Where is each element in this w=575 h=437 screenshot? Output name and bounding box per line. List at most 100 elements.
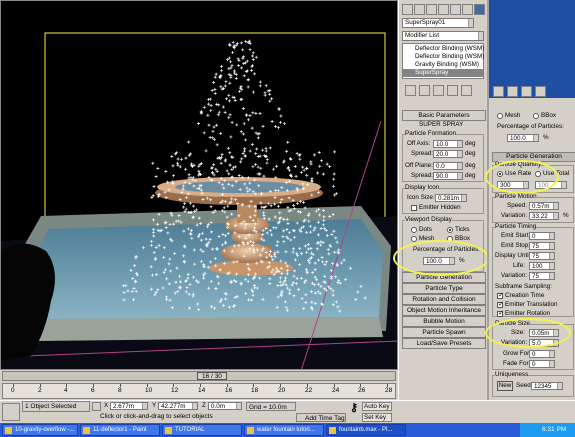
field-label: Percentage of Particles: (497, 123, 564, 130)
taskbar-item[interactable]: TUTORIAL (162, 424, 242, 436)
emitter-translation-checkbox[interactable] (497, 300, 504, 308)
particle (210, 88, 214, 92)
bbox-radio[interactable] (533, 113, 539, 119)
speed-spinner[interactable]: 0.57m (529, 202, 559, 210)
field-label: Display Until: (495, 252, 532, 259)
show-end-result-icon[interactable] (507, 86, 518, 97)
particle (299, 170, 303, 174)
grow-for-spinner[interactable]: 0 (529, 350, 555, 358)
spread-spinner[interactable]: 20.0 (433, 150, 463, 158)
object-name-field[interactable]: SuperSpray01 (402, 18, 474, 28)
particle (251, 58, 255, 62)
timeline[interactable]: 16 / 30 0 2 4 6 8 10 12 14 16 18 20 22 24 26 28 (0, 370, 398, 400)
percentage-spinner[interactable]: 100.0 (507, 134, 539, 142)
time-slider-knob[interactable]: 16 / 30 (197, 372, 227, 380)
make-unique-icon[interactable] (433, 85, 444, 96)
rollout-particle-spawn[interactable]: Particle Spawn (402, 327, 486, 338)
particle (312, 153, 316, 157)
stack-item[interactable]: Deflector Binding (WSM) (415, 45, 484, 53)
perspective-viewport[interactable] (0, 0, 398, 370)
particle (183, 202, 187, 206)
particle (301, 165, 305, 169)
variation-spinner[interactable]: 33.22 (529, 212, 559, 220)
rollout-bubble-motion[interactable]: Bubble Motion (402, 316, 486, 327)
spread-spinner[interactable]: 90.0 (433, 172, 463, 180)
pin-stack-icon[interactable] (493, 86, 504, 97)
particle (250, 126, 254, 130)
modify-tab-icon[interactable] (414, 4, 425, 15)
display-tab-icon[interactable] (450, 4, 461, 15)
emitter-rotation-checkbox[interactable] (497, 309, 504, 317)
creation-time-checkbox[interactable] (497, 291, 504, 299)
rollout-load-save-presets[interactable]: Load/Save Presets (402, 338, 486, 349)
rollout-rotation-collision[interactable]: Rotation and Collision (402, 294, 486, 305)
remove-modifier-icon[interactable] (535, 86, 546, 97)
auto-key-button[interactable]: Auto Key (362, 402, 392, 411)
particle (232, 69, 236, 73)
emit-stop-spinner[interactable]: 75 (529, 242, 555, 250)
lock-selection-icon[interactable] (92, 402, 101, 411)
unit-label: deg (465, 150, 476, 157)
add-time-tag-button[interactable]: Add Time Tag (296, 413, 346, 422)
pin-stack-icon[interactable] (405, 85, 416, 96)
timeline-tick-label: 22 (305, 387, 313, 394)
particle (228, 81, 232, 85)
emitter-hidden-checkbox[interactable] (411, 205, 417, 211)
taskbar-item[interactable]: 11-deflector1 - Paint (80, 424, 160, 436)
mesh-radio[interactable] (411, 236, 417, 242)
particle (248, 48, 252, 52)
modifier-list-dropdown[interactable]: Modifier List (402, 31, 484, 41)
hierarchy-tab-icon[interactable] (426, 4, 437, 15)
taskbar-item[interactable]: water fountain tutori... (244, 424, 324, 436)
life-spinner[interactable]: 100 (529, 262, 555, 270)
modifier-stack[interactable]: Deflector Binding (WSM) Deflector Bindin… (402, 43, 484, 79)
z-coordinate-field[interactable]: 0.0m (208, 402, 242, 410)
make-unique-icon[interactable] (521, 86, 532, 97)
stack-item[interactable]: Deflector Binding (WSM) (415, 53, 484, 61)
particle (206, 113, 210, 117)
x-coordinate-field[interactable]: 2.677m (110, 402, 148, 410)
swatch-icon[interactable] (474, 4, 485, 15)
particle (320, 159, 324, 163)
maxscript-listener-icon[interactable] (2, 403, 20, 421)
rollout-object-motion[interactable]: Object Motion Inheritance (402, 305, 486, 316)
taskbar-item-active[interactable]: fountainb.max - Pl... (326, 424, 406, 436)
particle (251, 165, 255, 169)
particle (256, 136, 260, 140)
seed-spinner[interactable]: 12345 (531, 382, 563, 390)
particle (328, 164, 332, 168)
display-until-spinner[interactable]: 75 (529, 252, 555, 260)
field-label: Grow For: (503, 350, 531, 357)
off-plane-spinner[interactable]: 0.0 (433, 162, 463, 170)
fade-for-spinner[interactable]: 0 (529, 360, 555, 368)
key-icon[interactable]: ⚷ (350, 401, 358, 415)
show-end-result-icon[interactable] (419, 85, 430, 96)
create-tab-icon[interactable] (402, 4, 413, 15)
stack-item-selected[interactable]: SuperSpray (403, 69, 483, 77)
off-axis-spinner[interactable]: 10.0 (433, 140, 463, 148)
particle (172, 174, 176, 178)
remove-modifier-icon[interactable] (447, 85, 458, 96)
particle (264, 154, 268, 158)
ticks-radio[interactable] (447, 227, 453, 233)
new-seed-button[interactable]: New (497, 381, 513, 391)
particle (220, 152, 224, 156)
taskbar-item[interactable]: 10-gravity-overflow -... (2, 424, 78, 436)
icon-size-spinner[interactable]: 0.281m (435, 194, 467, 202)
particle (262, 174, 266, 178)
rollout-particle-type[interactable]: Particle Type (402, 283, 486, 294)
y-coordinate-field[interactable]: 42.277m (158, 402, 198, 410)
track-bar[interactable]: 0 2 4 6 8 10 12 14 16 18 20 22 24 26 28 (2, 383, 396, 399)
dots-radio[interactable] (411, 227, 417, 233)
configure-sets-icon[interactable] (461, 85, 472, 96)
utilities-tab-icon[interactable] (462, 4, 473, 15)
mesh-radio[interactable] (497, 113, 503, 119)
motion-tab-icon[interactable] (438, 4, 449, 15)
set-key-button[interactable]: Set Key (362, 413, 392, 422)
stack-item[interactable]: Gravity Binding (WSM) (415, 61, 479, 69)
timeline-tick-label: 14 (198, 387, 206, 394)
basic-parameters-rollout[interactable]: Basic Parameters (402, 110, 486, 121)
emit-start-spinner[interactable]: 0 (529, 232, 555, 240)
time-slider-track[interactable]: 16 / 30 (2, 371, 396, 381)
life-variation-spinner[interactable]: 75 (529, 272, 555, 280)
